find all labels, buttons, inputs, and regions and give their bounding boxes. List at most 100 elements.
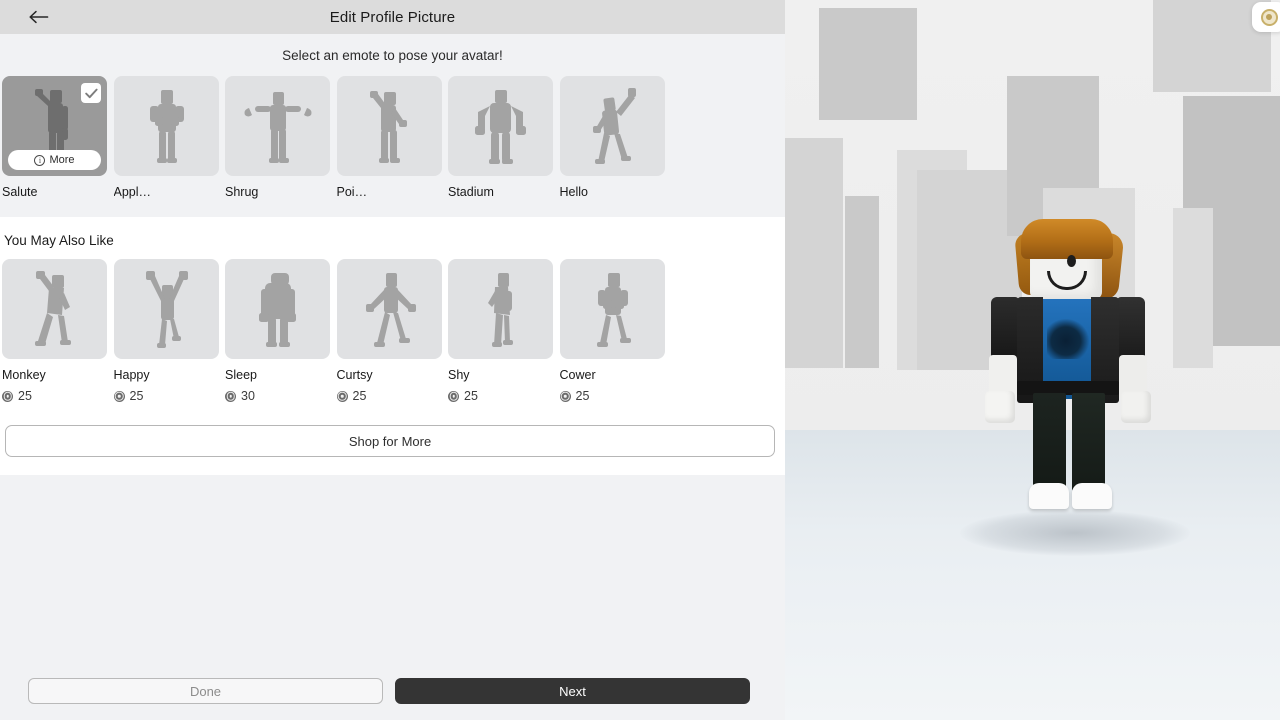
robux-coin-icon bbox=[448, 390, 459, 402]
avatar-viewport[interactable] bbox=[785, 0, 1280, 720]
emote-tile-hello[interactable]: Hello bbox=[559, 76, 665, 199]
info-circle-icon: i bbox=[34, 154, 46, 166]
suggestion-price: 25 bbox=[559, 389, 665, 403]
suggestion-label: Happy bbox=[113, 368, 150, 382]
background-building bbox=[785, 138, 843, 368]
avatar-shoe-right bbox=[1072, 483, 1112, 509]
suggestions-section: You May Also Like Monkey 25 Happy 25 Sle… bbox=[0, 217, 785, 475]
emote-tile-applaud[interactable]: Appl… bbox=[113, 76, 219, 199]
avatar-shirt-graphic bbox=[1047, 319, 1089, 359]
pose-silhouette-hello bbox=[560, 76, 665, 176]
price-value: 25 bbox=[352, 389, 367, 403]
robux-coin-icon bbox=[2, 390, 13, 402]
edit-profile-picture-screen: Edit Profile Picture Select an emote to … bbox=[0, 0, 1280, 720]
pose-silhouette-shrug bbox=[225, 76, 330, 176]
check-icon bbox=[84, 88, 98, 98]
pose-silhouette-point bbox=[337, 76, 442, 176]
suggestion-thumbnail[interactable] bbox=[559, 259, 665, 359]
pose-silhouette-sleep bbox=[225, 259, 330, 359]
background-building bbox=[819, 8, 917, 120]
emote-tile-salute[interactable]: i More Salute bbox=[2, 76, 107, 199]
avatar-leg-left bbox=[1033, 393, 1066, 491]
next-button[interactable]: Next bbox=[395, 678, 750, 704]
emote-grid: i More Salute Appl… Shrug Poi… Stadium H… bbox=[0, 76, 785, 199]
avatar-eye bbox=[1067, 255, 1076, 267]
suggestion-thumbnail[interactable] bbox=[448, 259, 553, 359]
emote-label: Hello bbox=[559, 185, 589, 199]
robux-coin-icon bbox=[559, 390, 571, 402]
robux-coin-icon bbox=[336, 390, 348, 402]
price-value: 25 bbox=[464, 389, 478, 403]
suggestion-thumbnail[interactable] bbox=[2, 259, 107, 359]
suggestion-label: Monkey bbox=[2, 368, 46, 382]
back-button[interactable] bbox=[26, 6, 52, 28]
suggestion-price: 30 bbox=[225, 389, 330, 403]
emote-thumbnail[interactable]: i More bbox=[2, 76, 107, 176]
emote-tile-stadium[interactable]: Stadium bbox=[448, 76, 553, 199]
emote-thumbnail[interactable] bbox=[113, 76, 219, 176]
suggestion-price: 25 bbox=[448, 389, 553, 403]
pose-silhouette-monkey bbox=[2, 259, 107, 359]
suggestion-price: 25 bbox=[2, 389, 107, 403]
emote-label: Shrug bbox=[225, 185, 259, 199]
price-value: 25 bbox=[129, 389, 144, 403]
price-value: 30 bbox=[241, 389, 255, 403]
avatar-arm-left bbox=[991, 297, 1019, 363]
title-bar: Edit Profile Picture bbox=[0, 0, 785, 34]
emote-thumbnail[interactable] bbox=[448, 76, 553, 176]
suggestion-thumbnail[interactable] bbox=[113, 259, 219, 359]
suggestion-tile-curtsy[interactable]: Curtsy 25 bbox=[336, 259, 442, 403]
more-button[interactable]: i More bbox=[8, 150, 101, 170]
emotes-section: Select an emote to pose your avatar! i M… bbox=[0, 34, 785, 217]
price-value: 25 bbox=[18, 389, 32, 403]
selected-check[interactable] bbox=[81, 83, 101, 103]
emote-thumbnail[interactable] bbox=[225, 76, 330, 176]
suggestion-label: Cower bbox=[559, 368, 596, 382]
suggestion-tile-shy[interactable]: Shy 25 bbox=[448, 259, 553, 403]
arrow-left-icon bbox=[29, 10, 49, 24]
done-button[interactable]: Done bbox=[28, 678, 383, 704]
emote-tile-shrug[interactable]: Shrug bbox=[225, 76, 330, 199]
panel-scroll-area[interactable]: Select an emote to pose your avatar! i M… bbox=[0, 34, 785, 678]
pose-silhouette-cower bbox=[560, 259, 665, 359]
footer-actions: Done Next bbox=[0, 678, 785, 720]
editor-panel: Edit Profile Picture Select an emote to … bbox=[0, 0, 785, 720]
suggestion-tile-monkey[interactable]: Monkey 25 bbox=[2, 259, 107, 403]
avatar[interactable] bbox=[955, 195, 1205, 535]
robux-coin-icon bbox=[113, 390, 125, 402]
emote-label: Poi… bbox=[336, 185, 368, 199]
pose-silhouette-shy bbox=[448, 259, 553, 359]
price-value: 25 bbox=[575, 389, 590, 403]
emote-thumbnail[interactable] bbox=[336, 76, 442, 176]
suggestion-tile-cower[interactable]: Cower 25 bbox=[559, 259, 665, 403]
pose-silhouette-happy bbox=[114, 259, 219, 359]
suggestion-label: Sleep bbox=[225, 368, 257, 382]
page-title: Edit Profile Picture bbox=[329, 8, 456, 26]
avatar-hand-right bbox=[1121, 391, 1151, 423]
shop-for-more-button[interactable]: Shop for More bbox=[5, 425, 775, 457]
emote-thumbnail[interactable] bbox=[559, 76, 665, 176]
coin-badge-button[interactable] bbox=[1252, 2, 1280, 32]
emote-tile-point[interactable]: Poi… bbox=[336, 76, 442, 199]
emote-label: Stadium bbox=[448, 185, 494, 199]
panel-spacer bbox=[0, 475, 785, 678]
coin-badge-icon bbox=[1260, 8, 1278, 26]
suggestions-grid: Monkey 25 Happy 25 Sleep 30 Curtsy 25 Sh… bbox=[0, 259, 785, 403]
pose-silhouette-applaud bbox=[114, 76, 219, 176]
avatar-leg-right bbox=[1072, 393, 1105, 491]
suggestions-title: You May Also Like bbox=[4, 233, 114, 248]
suggestion-tile-sleep[interactable]: Sleep 30 bbox=[225, 259, 330, 403]
pose-silhouette-curtsy bbox=[337, 259, 442, 359]
suggestion-thumbnail[interactable] bbox=[336, 259, 442, 359]
avatar-arm-right bbox=[1117, 297, 1145, 363]
suggestion-tile-happy[interactable]: Happy 25 bbox=[113, 259, 219, 403]
suggestion-label: Curtsy bbox=[336, 368, 373, 382]
suggestion-label: Shy bbox=[448, 368, 470, 382]
suggestion-thumbnail[interactable] bbox=[225, 259, 330, 359]
avatar-shoe-left bbox=[1029, 483, 1069, 509]
emote-label: Appl… bbox=[113, 185, 152, 199]
suggestion-price: 25 bbox=[113, 389, 219, 403]
robux-coin-icon bbox=[225, 390, 236, 402]
background-building bbox=[845, 196, 879, 368]
suggestion-price: 25 bbox=[336, 389, 442, 403]
